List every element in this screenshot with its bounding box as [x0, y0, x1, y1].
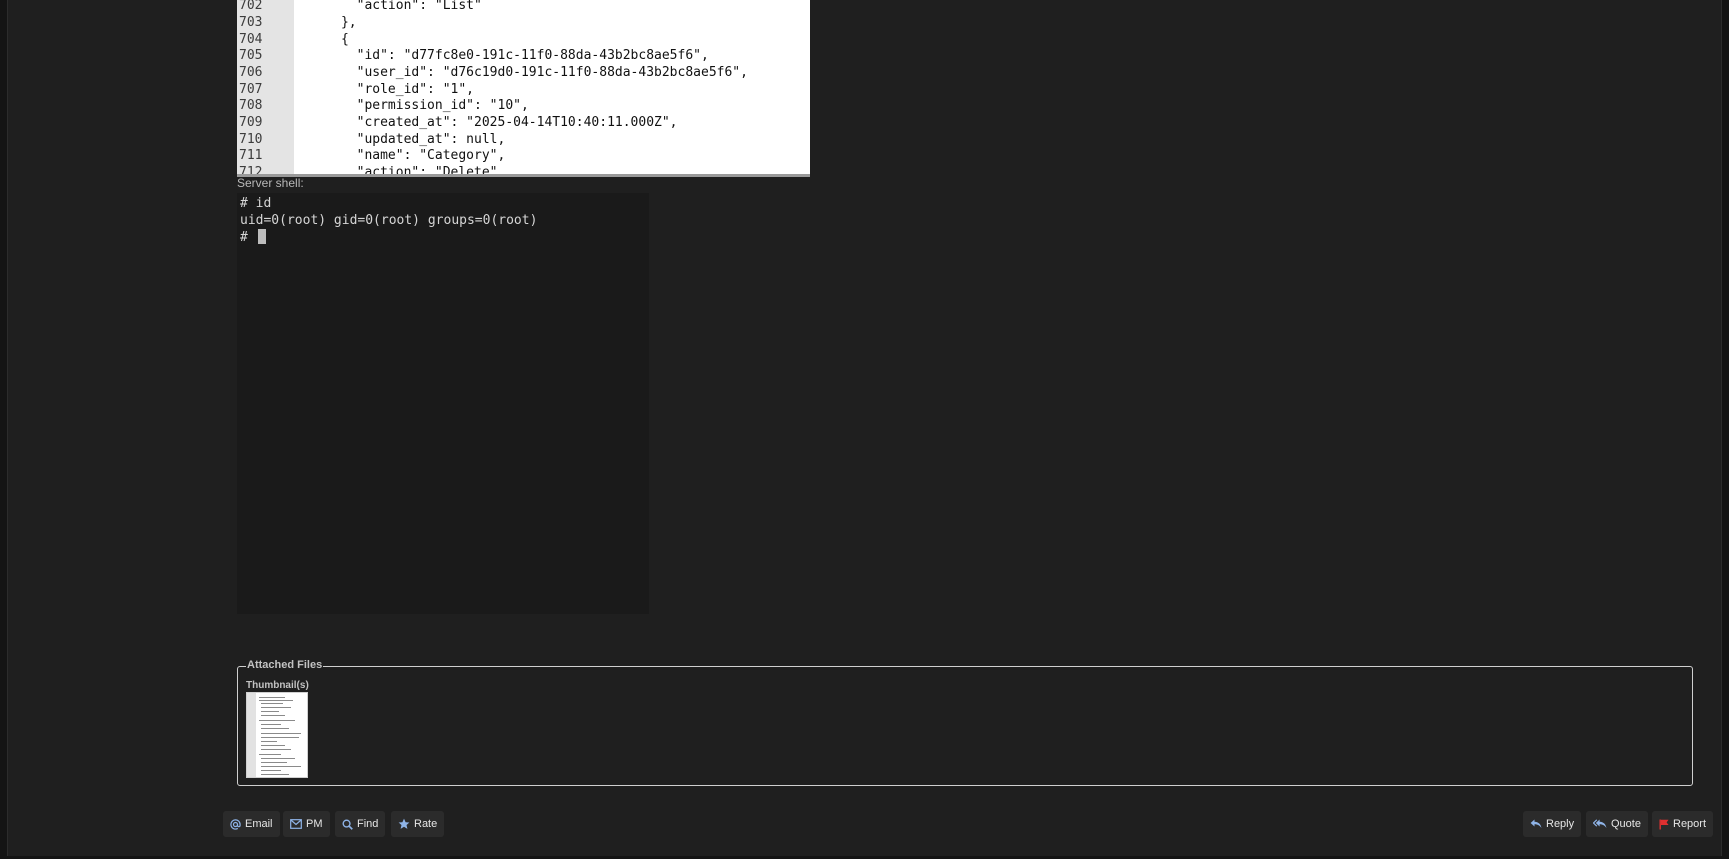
attached-files-fieldset: Attached Files Thumbnail(s): [237, 659, 1693, 786]
code-text: {: [294, 32, 349, 47]
shell-prompt-line[interactable]: #: [240, 229, 266, 246]
rate-button[interactable]: Rate: [391, 811, 445, 837]
pm-button[interactable]: PM: [283, 811, 330, 837]
star-icon: [398, 818, 410, 830]
code-line: 710 "updated_at": null,: [237, 131, 505, 148]
email-button[interactable]: Email: [223, 811, 280, 837]
envelope-icon: [290, 819, 302, 829]
shell-output-line: # id: [240, 196, 272, 211]
reply-button-label: Reply: [1546, 818, 1575, 831]
terminal-cursor: [257, 229, 266, 244]
email-button-label: Email: [245, 818, 273, 831]
code-line: 709 "created_at": "2025-04-14T10:40:11.0…: [237, 114, 678, 131]
code-text: "user_id": "d76c19d0-191c-11f0-88da-43b2…: [294, 65, 748, 80]
server-shell-terminal[interactable]: # id uid=0(root) gid=0(root) groups=0(ro…: [237, 193, 649, 614]
report-button[interactable]: Report: [1652, 811, 1714, 837]
code-text: "action": "List": [294, 0, 482, 13]
quote-button[interactable]: Quote: [1586, 811, 1648, 837]
code-line: 708 "permission_id": "10",: [237, 97, 529, 114]
code-line: 702 "action": "List": [237, 0, 482, 14]
thumbnails-label: Thumbnail(s): [246, 680, 309, 691]
line-number: 709: [239, 115, 263, 130]
code-text: "action": "Delete": [294, 165, 498, 177]
line-number: 708: [239, 98, 263, 113]
line-number: 710: [239, 132, 263, 147]
report-button-label: Report: [1673, 818, 1707, 831]
find-button[interactable]: Find: [335, 811, 386, 837]
code-line: 706 "user_id": "d76c19d0-191c-11f0-88da-…: [237, 64, 748, 81]
code-text: "role_id": "1",: [294, 82, 475, 97]
line-number: 705: [239, 48, 263, 63]
reply-button[interactable]: Reply: [1523, 811, 1582, 837]
flag-icon: [1659, 819, 1669, 830]
rate-button-label: Rate: [414, 818, 438, 831]
post-page: 702 "action": "List" 703 }, 704 { 705 "i…: [0, 0, 1729, 859]
code-text: "permission_id": "10",: [294, 98, 529, 113]
shell-label: Server shell:: [237, 176, 304, 190]
line-number: 707: [239, 82, 263, 97]
code-text: "id": "d77fc8e0-191c-11f0-88da-43b2bc8ae…: [294, 48, 709, 63]
find-button-label: Find: [357, 818, 379, 831]
line-number: 703: [239, 15, 263, 30]
line-number: 711: [239, 148, 263, 163]
search-icon: [342, 819, 353, 830]
quote-button-label: Quote: [1611, 818, 1641, 831]
code-line: 711 "name": "Category",: [237, 147, 505, 164]
code-text: "created_at": "2025-04-14T10:40:11.000Z"…: [294, 115, 678, 130]
page-left-border: [0, 0, 8, 859]
code-viewer: 702 "action": "List" 703 }, 704 { 705 "i…: [237, 0, 810, 177]
code-line: 707 "role_id": "1",: [237, 81, 474, 98]
line-number: 706: [239, 65, 263, 80]
line-number: 704: [239, 32, 263, 47]
attachment-thumbnail[interactable]: [246, 692, 308, 778]
reply-all-icon: [1593, 819, 1607, 829]
code-text: "name": "Category",: [294, 148, 506, 163]
reply-icon: [1530, 819, 1542, 829]
code-text: "updated_at": null,: [294, 132, 506, 147]
pm-button-label: PM: [306, 818, 323, 831]
at-icon: [230, 818, 241, 830]
shell-output-line: uid=0(root) gid=0(root) groups=0(root): [240, 213, 538, 228]
code-line: 704 {: [237, 31, 349, 48]
code-line: 705 "id": "d77fc8e0-191c-11f0-88da-43b2b…: [237, 47, 709, 64]
line-number: 702: [239, 0, 263, 13]
shell-prompt: #: [240, 230, 256, 245]
attached-files-legend: Attached Files: [246, 659, 324, 671]
code-text: },: [294, 15, 357, 30]
page-right-border: [1721, 0, 1729, 859]
code-line: 703 },: [237, 14, 357, 31]
